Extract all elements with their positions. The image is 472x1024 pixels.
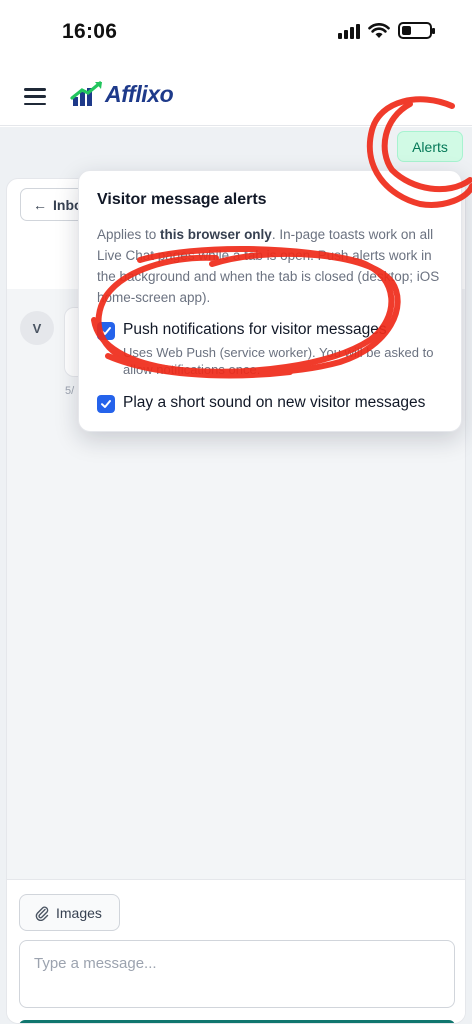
visitor-alerts-popover: Visitor message alerts Applies to this b…	[78, 170, 462, 432]
paperclip-icon	[35, 906, 49, 921]
logo-chart-icon	[70, 81, 102, 106]
send-button[interactable]	[19, 1020, 455, 1023]
status-time: 16:06	[62, 20, 118, 43]
images-button[interactable]: Images	[19, 894, 120, 931]
sound-checkbox[interactable]	[97, 395, 115, 413]
message-timestamp: 5/	[65, 385, 75, 397]
popover-description: Applies to this browser only. In-page to…	[97, 224, 449, 308]
checkmark-icon	[101, 327, 111, 335]
alerts-button[interactable]: Alerts	[397, 131, 463, 162]
sound-option-label: Play a short sound on new visitor messag…	[123, 394, 426, 411]
message-composer: Images	[7, 879, 465, 1023]
description-bold: this browser only	[160, 227, 272, 242]
push-notifications-option[interactable]: Push notifications for visitor messages …	[97, 321, 453, 378]
push-option-label: Push notifications for visitor messages	[123, 321, 387, 338]
visitor-avatar: V	[20, 311, 54, 345]
description-prefix: Applies to	[97, 227, 161, 242]
push-option-subtext: Uses Web Push (service worker). You will…	[123, 345, 434, 377]
logo-text: Afflixo	[105, 80, 174, 107]
hamburger-menu-icon[interactable]	[24, 88, 46, 105]
afflixo-logo[interactable]: Afflixo	[70, 80, 174, 108]
wifi-icon	[368, 22, 390, 38]
push-notifications-checkbox[interactable]	[97, 322, 115, 340]
battery-icon	[398, 22, 435, 39]
status-icons	[338, 22, 435, 39]
images-button-label: Images	[56, 904, 102, 921]
arrow-left-icon: ←	[33, 196, 47, 213]
checkmark-icon	[101, 400, 111, 408]
app-header: Afflixo	[0, 64, 472, 126]
signal-icon	[338, 23, 360, 39]
popover-title: Visitor message alerts	[97, 191, 267, 208]
message-input[interactable]	[19, 940, 455, 1008]
status-bar: 16:06	[0, 0, 472, 64]
sound-option[interactable]: Play a short sound on new visitor messag…	[97, 394, 425, 413]
